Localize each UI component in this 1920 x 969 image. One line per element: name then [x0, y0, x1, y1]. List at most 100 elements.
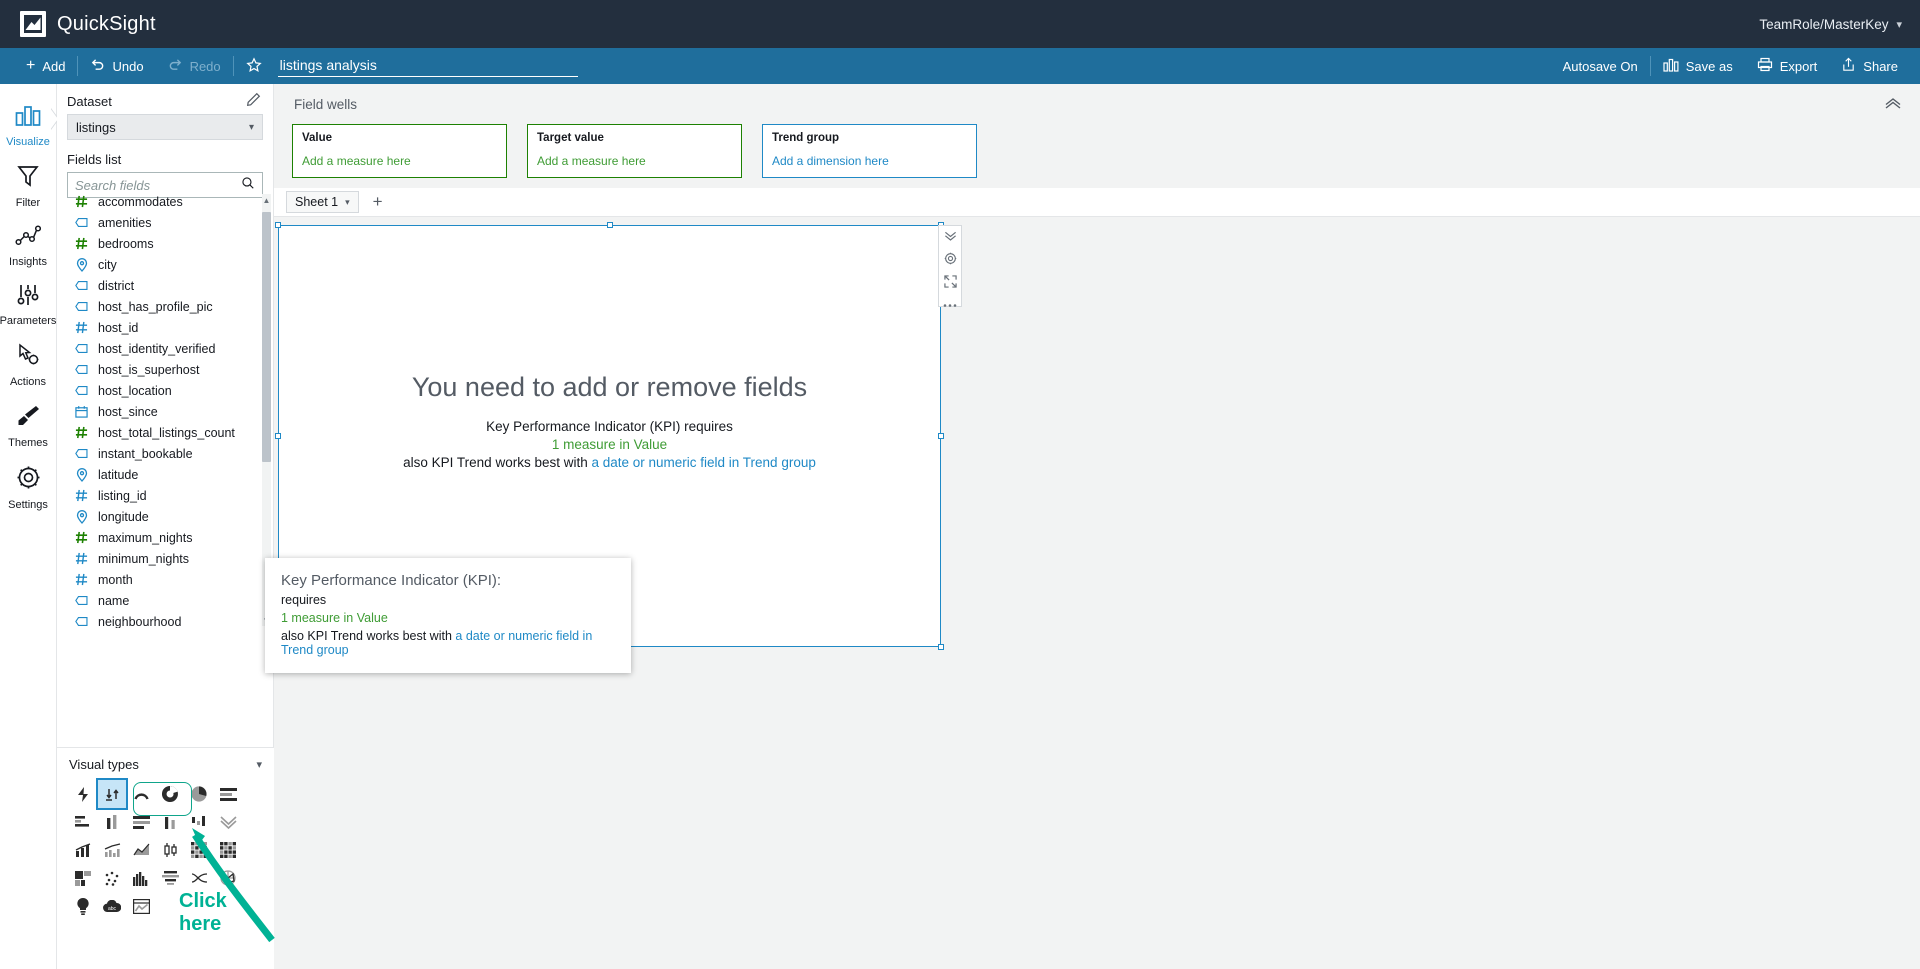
- field-row[interactable]: instant_bookable: [57, 443, 274, 464]
- field-row[interactable]: bedrooms: [57, 233, 274, 254]
- add-sheet-button[interactable]: +: [373, 192, 383, 212]
- redo-icon: [168, 57, 183, 75]
- field-type-dimension-string-icon: [75, 301, 88, 312]
- empty-line-3-prefix: also KPI Trend works best with: [403, 455, 592, 470]
- resize-handle-mr[interactable]: [938, 433, 944, 439]
- visual-type-gauge-icon[interactable]: [127, 780, 155, 808]
- tooltip-line-3-prefix: also KPI Trend works best with: [281, 629, 456, 643]
- field-row[interactable]: host_id: [57, 317, 274, 338]
- resize-handle-ml[interactable]: [275, 433, 281, 439]
- field-row[interactable]: latitude: [57, 464, 274, 485]
- gear-icon: [16, 465, 41, 495]
- field-type-measure-green-icon: [75, 195, 88, 208]
- visual-type-histogram-icon[interactable]: [127, 864, 155, 892]
- visual-type-donut-chart-icon[interactable]: [156, 780, 184, 808]
- resize-handle-tl[interactable]: [275, 222, 281, 228]
- field-row[interactable]: host_since: [57, 401, 274, 422]
- fields-list[interactable]: accommodates amenities bedrooms city distric…: [57, 191, 274, 628]
- field-row[interactable]: neighbourhood: [57, 611, 274, 628]
- redo-button[interactable]: Redo: [156, 48, 233, 84]
- scrollbar-thumb[interactable]: [262, 212, 271, 462]
- annotation-arrow: [192, 828, 275, 943]
- field-row[interactable]: district: [57, 275, 274, 296]
- field-row[interactable]: host_identity_verified: [57, 338, 274, 359]
- pencil-icon[interactable]: [246, 92, 261, 112]
- field-row[interactable]: amenities: [57, 212, 274, 233]
- share-button[interactable]: Share: [1829, 48, 1910, 84]
- visual-type-kpi-icon[interactable]: [96, 778, 128, 810]
- field-row[interactable]: accommodates: [57, 191, 274, 212]
- field-well-target-value[interactable]: Target value Add a measure here: [527, 124, 742, 178]
- visual-type-scatter-plot-icon[interactable]: [98, 864, 126, 892]
- rail-item-themes[interactable]: Themes: [0, 395, 57, 456]
- visual-type-autograph-icon[interactable]: [69, 780, 97, 808]
- visual-type-line-bar-combo-icon[interactable]: [69, 836, 97, 864]
- visual-type-bar-horizontal-icon[interactable]: [69, 808, 97, 836]
- export-button[interactable]: Export: [1745, 48, 1830, 84]
- sheet-tab[interactable]: Sheet 1 ▾: [286, 191, 359, 213]
- rail-item-visualize[interactable]: Visualize: [0, 96, 57, 155]
- dataset-select[interactable]: listings ▾: [67, 114, 263, 140]
- field-type-dimension-string-icon: [75, 217, 88, 228]
- visual-type-bar-vertical-icon[interactable]: [98, 808, 126, 836]
- rail-item-parameters[interactable]: Parameters: [0, 275, 57, 334]
- field-name: district: [98, 278, 135, 293]
- field-well-value[interactable]: Value Add a measure here: [292, 124, 507, 178]
- favorite-button[interactable]: [234, 48, 274, 84]
- rail-item-settings[interactable]: Settings: [0, 456, 57, 518]
- field-well-trend-group[interactable]: Trend group Add a dimension here: [762, 124, 977, 178]
- field-row[interactable]: minimum_nights: [57, 548, 274, 569]
- visual-type-treemap-icon[interactable]: [69, 864, 97, 892]
- tooltip-line-1: requires: [281, 593, 327, 607]
- field-well-hint: Add a measure here: [537, 154, 646, 168]
- chevron-down-icon: ▾: [248, 121, 254, 133]
- chevron-down-icon[interactable]: ▾: [256, 758, 262, 771]
- rail-item-filter[interactable]: Filter: [0, 155, 57, 216]
- add-button[interactable]: + Add: [14, 48, 77, 84]
- visual-menu: [938, 225, 962, 307]
- field-row[interactable]: host_total_listings_count: [57, 422, 274, 443]
- trend-group-link[interactable]: a date or numeric field in Trend group: [591, 455, 815, 470]
- visual-type-insight-bulb-icon[interactable]: [69, 892, 97, 920]
- rail-item-label: Themes: [8, 437, 48, 449]
- sheet-bar: Sheet 1 ▾ +: [274, 188, 1920, 217]
- field-row[interactable]: listing_id: [57, 485, 274, 506]
- chevron-up-icon[interactable]: [1884, 96, 1902, 114]
- field-row[interactable]: host_is_superhost: [57, 359, 274, 380]
- expand-icon[interactable]: [943, 275, 957, 290]
- visual-type-word-cloud-icon[interactable]: abc: [98, 892, 126, 920]
- field-row[interactable]: longitude: [57, 506, 274, 527]
- field-row[interactable]: name: [57, 590, 274, 611]
- visual-type-bar-stacked-horizontal-icon[interactable]: [214, 780, 242, 808]
- autosave-toggle[interactable]: Autosave On: [1551, 48, 1650, 84]
- chevron-down-icon[interactable]: ▾: [345, 197, 350, 208]
- scroll-up-arrow[interactable]: ▲: [262, 194, 271, 206]
- analysis-title-input[interactable]: [277, 55, 578, 77]
- account-menu[interactable]: TeamRole/MasterKey ▾: [1759, 0, 1902, 48]
- field-row[interactable]: maximum_nights: [57, 527, 274, 548]
- settings-gear-icon[interactable]: [944, 252, 957, 267]
- field-type-dimension-string-icon: [75, 616, 88, 627]
- visual-type-custom-visual-icon[interactable]: [127, 892, 155, 920]
- field-name: host_since: [98, 404, 158, 419]
- field-row[interactable]: host_location: [57, 380, 274, 401]
- field-row[interactable]: month: [57, 569, 274, 590]
- visual-type-pie-chart-icon[interactable]: [185, 780, 213, 808]
- fields-list-label: Fields list: [67, 152, 122, 167]
- rail-item-actions[interactable]: Actions: [0, 334, 57, 395]
- chevrons-down-icon[interactable]: [944, 230, 957, 244]
- field-row[interactable]: city: [57, 254, 274, 275]
- visual-type-area-line-icon[interactable]: [127, 836, 155, 864]
- field-type-dimension-number-icon: [75, 321, 88, 334]
- more-options-icon[interactable]: [943, 298, 957, 310]
- resize-handle-br[interactable]: [938, 644, 944, 650]
- field-row[interactable]: host_has_profile_pic: [57, 296, 274, 317]
- visual-type-line-bar-combo-stacked-icon[interactable]: [98, 836, 126, 864]
- save-as-button[interactable]: Save as: [1651, 48, 1745, 84]
- resize-handle-tc[interactable]: [607, 222, 613, 228]
- brand[interactable]: QuickSight: [20, 11, 156, 37]
- visual-type-bar-stacked-100-icon[interactable]: [127, 808, 155, 836]
- dataset-panel: Dataset listings ▾ Fields list accommoda…: [57, 84, 275, 969]
- undo-button[interactable]: Undo: [78, 48, 155, 84]
- rail-item-insights[interactable]: Insights: [0, 216, 57, 275]
